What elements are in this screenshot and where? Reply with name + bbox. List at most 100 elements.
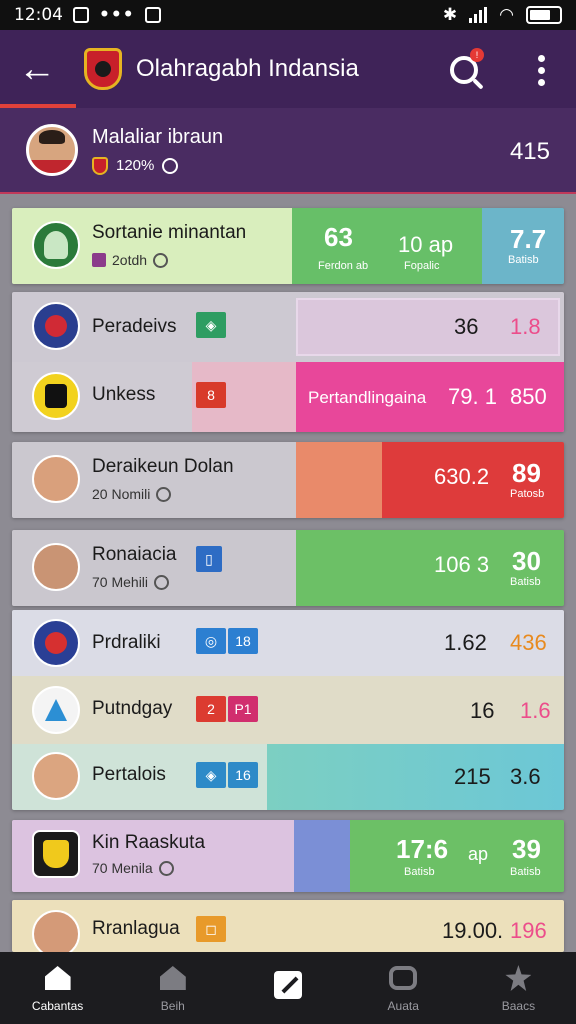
star-icon	[503, 963, 533, 993]
list-card: Sortanie minantan 2otdh 63 Ferdon ab 10 …	[12, 208, 564, 284]
team-tag: 18	[228, 628, 258, 654]
list-item[interactable]: Rranlagua ◻ 19.00. 196	[12, 900, 564, 952]
clock-icon	[162, 157, 179, 174]
shield-icon: ◈	[196, 762, 226, 788]
featured-sub: 120%	[116, 157, 155, 174]
notification-icon	[144, 7, 161, 23]
team-logo	[32, 302, 80, 350]
nav-label: Auata	[387, 999, 419, 1013]
featured-player[interactable]: Malaliar ibraun 120% 415	[0, 108, 576, 194]
nav-label: Baacs	[501, 999, 536, 1013]
avatar	[32, 455, 80, 503]
stat-caption: Fopalic	[404, 260, 440, 272]
nav-item-home[interactable]: Cabantas	[0, 952, 115, 1024]
app-notification-icon	[73, 7, 89, 23]
team-tag: 8	[196, 382, 226, 408]
stat-caption: Batisb	[510, 866, 541, 878]
stat-value: 17:6	[396, 834, 449, 864]
row-name: Sortanie minantan	[92, 222, 247, 243]
stat-value: 79. 1	[448, 384, 497, 409]
stat-value: 850	[510, 384, 547, 409]
stat-caption: Batisb	[510, 576, 541, 588]
stat-value: 89	[512, 458, 541, 488]
stat-value: 3.6	[510, 764, 541, 789]
list-item[interactable]: Deraikeun Dolan 20 Nomili 630.2 89 Patos…	[12, 442, 564, 518]
search-button[interactable]: !	[444, 48, 484, 90]
team-tag-icon: ◻	[196, 916, 226, 942]
stat-value: 63	[324, 222, 353, 252]
list-item[interactable]: Sortanie minantan 2otdh 63 Ferdon ab 10 …	[12, 208, 564, 284]
featured-value: 415	[509, 138, 550, 165]
team-tag: 16	[228, 762, 258, 788]
stat-value: 7.7	[510, 224, 547, 254]
row-name: Putndgay	[92, 698, 173, 719]
more-notifications-icon: •••	[99, 5, 135, 25]
stat-value: 39	[512, 834, 541, 864]
shield-icon: ◈	[196, 312, 226, 338]
list-item[interactable]: Unkess 8 Pertandlingaina 79. 1 850	[12, 362, 564, 432]
list-item[interactable]: Peradeivs ◈ 36 1.8	[12, 292, 564, 362]
stat-caption: Patosb	[510, 488, 545, 500]
team-icon	[92, 253, 106, 267]
wifi-icon: ◠	[499, 5, 514, 25]
stat-value: 436	[510, 630, 547, 655]
nav-label: Beih	[160, 999, 185, 1013]
stat-value: 1.6	[520, 698, 551, 723]
shield-icon	[92, 156, 108, 175]
avatar	[26, 124, 78, 176]
nav-item-fifth[interactable]: Baacs	[461, 952, 576, 1024]
team-logo	[32, 619, 80, 667]
signal-icon	[469, 7, 488, 23]
stat-value: 106 3	[434, 552, 490, 577]
list-card: Ronaiacia 70 Mehili ▯ 106 3 30 Batisb	[12, 530, 564, 606]
nav-label: Cabantas	[31, 999, 84, 1013]
row-name: Prdraliki	[92, 632, 161, 653]
nav-item-second[interactable]: Beih	[115, 952, 230, 1024]
list-card: Kin Raaskuta 70 Menila 17:6 Batisb ap 39…	[12, 820, 564, 892]
page-title: Olahragabh Indansia	[136, 55, 359, 82]
list-card: Peradeivs ◈ 36 1.8 Unkess 8 Pertandlinga…	[12, 292, 564, 432]
team-logo	[32, 686, 80, 734]
stat-block	[296, 442, 382, 518]
list-item[interactable]: Pertalois ◈ 16 215 3.6	[12, 744, 564, 810]
team-tag: 2	[196, 696, 226, 722]
row-name: Ronaiacia	[92, 544, 177, 565]
featured-name: Malaliar ibraun	[92, 125, 224, 148]
back-arrow-icon[interactable]: ←	[0, 30, 74, 108]
row-name: Kin Raaskuta	[92, 832, 206, 853]
stat-caption: Batisb	[404, 866, 435, 878]
list-item[interactable]: Ronaiacia 70 Mehili ▯ 106 3 30 Batisb	[12, 530, 564, 606]
stat-value: 215	[454, 764, 491, 789]
stat-value: 19.00.	[442, 918, 504, 943]
status-time: 12:04	[14, 5, 63, 25]
status-bar: 12:04 ••• ✱ ◠	[0, 0, 576, 30]
row-sub: 20 Nomili	[92, 486, 151, 502]
team-logo	[32, 372, 80, 420]
list-item[interactable]: Kin Raaskuta 70 Menila 17:6 Batisb ap 39…	[12, 820, 564, 892]
stat-value: 10 ap	[398, 232, 454, 257]
row-name: Peradeivs	[92, 316, 177, 337]
stat-caption: Batisb	[508, 254, 539, 266]
more-options-icon[interactable]	[526, 52, 556, 88]
compose-icon	[273, 970, 303, 1000]
bottom-navigation: Cabantas Beih Auata Baacs	[0, 952, 576, 1024]
nav-item-fourth[interactable]: Auata	[346, 952, 461, 1024]
info-icon: ▯	[196, 546, 222, 572]
clock-icon	[153, 252, 169, 268]
row-sub: 70 Mehili	[92, 574, 149, 590]
stat-value: 630.2	[434, 464, 490, 489]
nav-item-compose[interactable]	[230, 952, 345, 1024]
stat-caption: Ferdon ab	[318, 260, 369, 272]
clock-icon	[158, 860, 174, 876]
list-item[interactable]: Prdraliki ◎ 18 1.62 436	[12, 610, 564, 676]
row-caption: Pertandlingaina	[308, 388, 427, 407]
team-tag: P1	[228, 696, 258, 722]
row-name: Rranlagua	[92, 918, 180, 939]
clock-icon	[154, 574, 170, 590]
federation-logo	[84, 48, 122, 90]
list-item[interactable]: Putndgay 2 P1 16 1.6	[12, 676, 564, 744]
stat-value: 1.62	[444, 630, 487, 655]
battery-icon	[526, 6, 562, 24]
avatar	[32, 752, 80, 800]
bluetooth-icon: ✱	[442, 5, 458, 25]
